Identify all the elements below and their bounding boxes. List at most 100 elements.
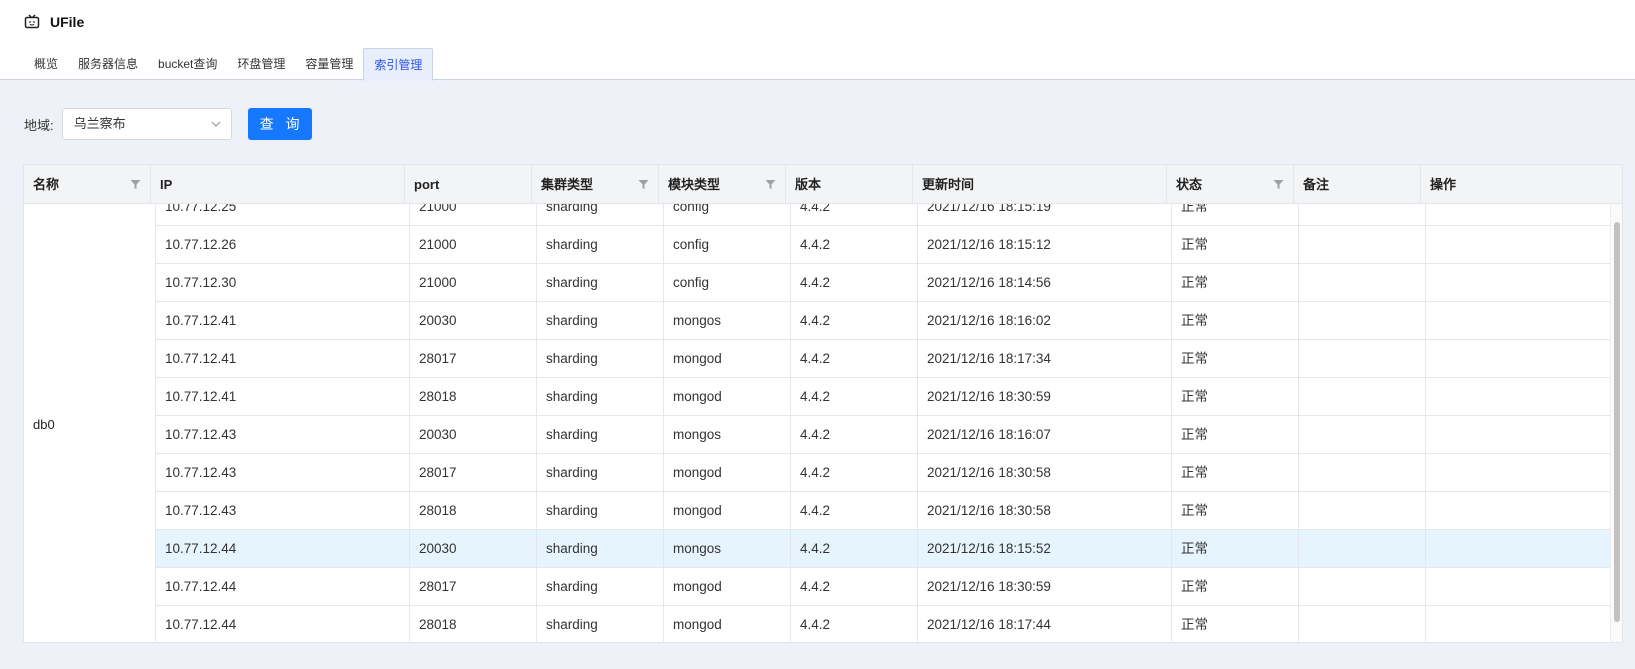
- cell-cluster-type: sharding: [537, 492, 664, 530]
- funnel-icon[interactable]: [1273, 179, 1284, 190]
- cell-note: [1299, 302, 1426, 340]
- cell-note: [1299, 454, 1426, 492]
- region-select[interactable]: 乌兰察布: [61, 108, 232, 140]
- cell-port: 28017: [410, 454, 537, 492]
- table-row[interactable]: 10.77.12.43 28017 sharding mongod 4.4.2 2021/…: [156, 454, 1612, 492]
- cell-module-type: mongod: [664, 454, 791, 492]
- cell-updated-time: 2021/12/16 18:16:07: [918, 416, 1172, 454]
- query-button[interactable]: 查 询: [247, 108, 312, 140]
- cell-version: 4.4.2: [791, 302, 918, 340]
- cell-ip: 10.77.12.26: [156, 226, 410, 264]
- cell-ip: 10.77.12.43: [156, 454, 410, 492]
- table-row[interactable]: 10.77.12.44 20030 sharding mongos 4.4.2 2021/…: [156, 530, 1612, 568]
- cell-ip: 10.77.12.44: [156, 568, 410, 606]
- cell-action: [1426, 568, 1567, 606]
- cell-updated-time: 2021/12/16 18:15:19: [918, 204, 1172, 226]
- cell-updated-time: 2021/12/16 18:17:44: [918, 606, 1172, 642]
- cell-note: [1299, 340, 1426, 378]
- tab-1[interactable]: 服务器信息: [68, 48, 148, 80]
- cell-module-type: config: [664, 226, 791, 264]
- table-row[interactable]: 10.77.12.26 21000 sharding config 4.4.2 2021/…: [156, 226, 1612, 264]
- table-row[interactable]: 10.77.12.41 28018 sharding mongod 4.4.2 2021/…: [156, 378, 1612, 416]
- group-name-cell: db0: [24, 204, 156, 642]
- cell-version: 4.4.2: [791, 454, 918, 492]
- cell-port: 20030: [410, 530, 537, 568]
- cell-version: 4.4.2: [791, 340, 918, 378]
- tab-0[interactable]: 概览: [24, 48, 68, 80]
- column-header-label: 名称: [33, 177, 60, 192]
- cell-updated-time: 2021/12/16 18:15:52: [918, 530, 1172, 568]
- cell-updated-time: 2021/12/16 18:16:02: [918, 302, 1172, 340]
- cell-version: 4.4.2: [791, 568, 918, 606]
- chevron-down-icon: [211, 121, 221, 127]
- cell-version: 4.4.2: [791, 226, 918, 264]
- cell-module-type: config: [664, 264, 791, 302]
- funnel-icon[interactable]: [638, 179, 649, 190]
- cell-module-type: mongos: [664, 530, 791, 568]
- cell-module-type: config: [664, 204, 791, 226]
- table-body: db0 10.77.12.25 21000 sharding config 4.4.2 2…: [24, 204, 1612, 642]
- tab-4[interactable]: 容量管理: [295, 48, 363, 80]
- cell-action: [1426, 454, 1567, 492]
- cell-note: [1299, 378, 1426, 416]
- column-header-7: 状态: [1167, 165, 1294, 204]
- table-row[interactable]: 10.77.12.44 28018 sharding mongod 4.4.2 2021/…: [156, 606, 1612, 642]
- cell-version: 4.4.2: [791, 416, 918, 454]
- cell-note: [1299, 606, 1426, 642]
- cell-port: 21000: [410, 226, 537, 264]
- cell-port: 21000: [410, 264, 537, 302]
- cell-action: [1426, 204, 1567, 226]
- cell-cluster-type: sharding: [537, 204, 664, 226]
- funnel-icon[interactable]: [130, 179, 141, 190]
- index-table: 名称 IP port 集群类型 模块类型 版本 更新时间 状态 备注 操作 db0 10.77.1…: [23, 164, 1623, 643]
- table-row[interactable]: 10.77.12.43 20030 sharding mongos 4.4.2 2021/…: [156, 416, 1612, 454]
- column-header-label: IP: [160, 177, 173, 192]
- cell-cluster-type: sharding: [537, 340, 664, 378]
- cell-ip: 10.77.12.25: [156, 204, 410, 226]
- column-header-label: 操作: [1430, 177, 1457, 192]
- table-row[interactable]: 10.77.12.41 20030 sharding mongos 4.4.2 2021/…: [156, 302, 1612, 340]
- table-row[interactable]: 10.77.12.25 21000 sharding config 4.4.2 2021/…: [156, 204, 1612, 226]
- cell-ip: 10.77.12.43: [156, 492, 410, 530]
- table-scrollbar[interactable]: [1610, 204, 1622, 642]
- cell-module-type: mongod: [664, 378, 791, 416]
- cell-cluster-type: sharding: [537, 530, 664, 568]
- funnel-icon[interactable]: [765, 179, 776, 190]
- tab-2[interactable]: bucket查询: [148, 48, 227, 80]
- cell-note: [1299, 530, 1426, 568]
- cell-action: [1426, 492, 1567, 530]
- table-row[interactable]: 10.77.12.44 28017 sharding mongod 4.4.2 2021/…: [156, 568, 1612, 606]
- column-header-3: 集群类型: [532, 165, 659, 204]
- table-row[interactable]: 10.77.12.43 28018 sharding mongod 4.4.2 2021/…: [156, 492, 1612, 530]
- column-header-8: 备注: [1294, 165, 1421, 204]
- scrollbar-thumb[interactable]: [1614, 222, 1620, 622]
- cell-action: [1426, 340, 1567, 378]
- column-header-6: 更新时间: [913, 165, 1167, 204]
- column-header-0: 名称: [24, 165, 151, 204]
- cell-updated-time: 2021/12/16 18:30:59: [918, 378, 1172, 416]
- brand: UFile: [24, 12, 84, 32]
- cell-status: 正常: [1172, 264, 1299, 302]
- column-header-label: 模块类型: [668, 177, 721, 192]
- table-row[interactable]: 10.77.12.30 21000 sharding config 4.4.2 2021/…: [156, 264, 1612, 302]
- cell-ip: 10.77.12.44: [156, 530, 410, 568]
- column-header-label: 更新时间: [922, 177, 975, 192]
- cell-port: 28018: [410, 606, 537, 642]
- cell-note: [1299, 492, 1426, 530]
- cell-version: 4.4.2: [791, 378, 918, 416]
- cell-updated-time: 2021/12/16 18:17:34: [918, 340, 1172, 378]
- tab-3[interactable]: 环盘管理: [227, 48, 295, 80]
- tab-5[interactable]: 索引管理: [363, 48, 434, 81]
- filter-bar: 地域: 乌兰察布 查 询: [24, 108, 312, 140]
- cell-ip: 10.77.12.43: [156, 416, 410, 454]
- cell-action: [1426, 416, 1567, 454]
- cell-ip: 10.77.12.41: [156, 378, 410, 416]
- table-row[interactable]: 10.77.12.41 28017 sharding mongod 4.4.2 2021/…: [156, 340, 1612, 378]
- cell-status: 正常: [1172, 226, 1299, 264]
- table-header: 名称 IP port 集群类型 模块类型 版本 更新时间 状态 备注 操作: [24, 165, 1622, 204]
- cell-note: [1299, 568, 1426, 606]
- column-header-label: 备注: [1303, 177, 1330, 192]
- cell-module-type: mongod: [664, 568, 791, 606]
- cell-note: [1299, 264, 1426, 302]
- cell-status: 正常: [1172, 568, 1299, 606]
